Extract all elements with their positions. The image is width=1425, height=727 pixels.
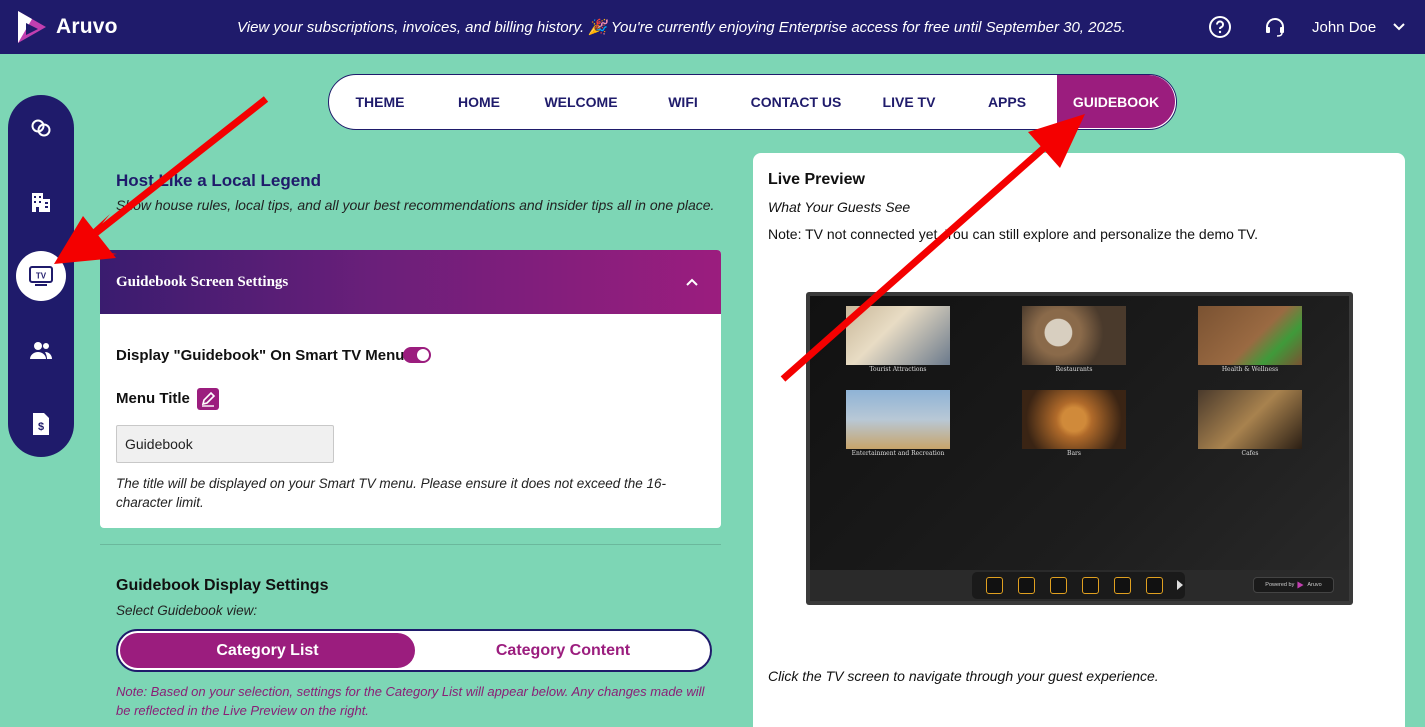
tile-tourist-attractions[interactable]: Tourist Attractions	[846, 306, 950, 373]
brand-logo[interactable]: Aruvo	[16, 9, 118, 45]
tile-image	[846, 306, 950, 365]
section-divider	[100, 544, 721, 545]
live-preview-title: Live Preview	[768, 171, 865, 188]
guidebook-view-selector: Category List Category Content	[116, 629, 712, 672]
tile-image	[1198, 390, 1302, 449]
tv-live-tv-icon[interactable]	[1146, 577, 1163, 594]
tile-caption: Restaurants	[1055, 366, 1093, 373]
sidebar-item-billing[interactable]: $	[16, 399, 66, 449]
aruvo-mini-logo-icon	[1297, 581, 1304, 589]
tile-restaurants[interactable]: Restaurants	[1022, 306, 1126, 373]
tv-screen[interactable]: Tourist Attractions Restaurants Health &…	[810, 296, 1349, 601]
users-icon	[30, 342, 52, 359]
pencil-icon	[201, 391, 216, 407]
tile-caption: Tourist Attractions	[869, 366, 927, 373]
chevron-up-icon[interactable]	[685, 275, 699, 289]
tile-caption: Health & Wellness	[1221, 366, 1279, 373]
category-content-option[interactable]: Category Content	[418, 633, 708, 668]
powered-by-badge: Powered by Aruvo	[1253, 577, 1334, 593]
display-settings-subtitle: Select Guidebook view:	[116, 603, 258, 618]
tv-nav-bar	[972, 572, 1185, 599]
tv-next-arrow-icon[interactable]	[1177, 580, 1183, 590]
brand-name: Aruvo	[56, 15, 118, 38]
menu-title-input[interactable]	[116, 425, 334, 463]
help-icon[interactable]	[1208, 15, 1232, 39]
live-preview-panel: Live Preview What Your Guests See Note: …	[753, 153, 1405, 727]
tv-preview[interactable]: Tourist Attractions Restaurants Health &…	[806, 292, 1353, 605]
tile-bars[interactable]: Bars	[1022, 390, 1126, 457]
tile-caption: Bars	[1067, 450, 1081, 457]
tile-caption: Cafes	[1241, 450, 1259, 457]
tab-home[interactable]: HOME	[431, 75, 527, 128]
tab-contact-us[interactable]: CONTACT US	[731, 75, 861, 128]
tile-image	[1022, 390, 1126, 449]
tile-cafes[interactable]: Cafes	[1198, 390, 1302, 457]
display-on-menu-label: Display "Guidebook" On Smart TV Menu	[116, 347, 405, 364]
announcement-text: View your subscriptions, invoices, and b…	[237, 19, 1126, 36]
menu-title-help: The title will be displayed on your Smar…	[116, 476, 667, 510]
live-preview-note: Note: TV not connected yet. You can stil…	[768, 226, 1259, 242]
sidebar-item-tv[interactable]: TV	[16, 251, 66, 301]
support-headset-icon[interactable]	[1263, 15, 1287, 39]
tab-apps[interactable]: APPS	[957, 75, 1057, 128]
chevron-down-icon[interactable]	[1392, 20, 1406, 34]
category-list-option[interactable]: Category List	[120, 633, 415, 668]
sidebar: TV $	[8, 95, 74, 457]
powered-by-text: Powered by	[1265, 582, 1295, 588]
edit-menu-title-button[interactable]	[197, 388, 219, 410]
svg-text:$: $	[38, 421, 44, 433]
page-title: Host Like a Local Legend	[116, 171, 321, 190]
tile-caption: Entertainment and Recreation	[851, 450, 945, 457]
screen-settings-panel: Guidebook Screen Settings Display "Guide…	[100, 250, 721, 528]
tile-entertainment[interactable]: Entertainment and Recreation	[846, 390, 950, 457]
tile-health-wellness[interactable]: Health & Wellness	[1198, 306, 1302, 373]
tab-welcome[interactable]: WELCOME	[527, 75, 635, 128]
tab-guidebook[interactable]: GUIDEBOOK	[1057, 75, 1175, 128]
display-on-menu-toggle[interactable]	[403, 347, 431, 363]
live-preview-subtitle: What Your Guests See	[768, 199, 911, 215]
aruvo-logo-icon	[18, 11, 46, 43]
tab-live-tv[interactable]: LIVE TV	[861, 75, 957, 128]
tile-image	[846, 390, 950, 449]
building-icon	[32, 193, 50, 212]
powered-by-brand: Aruvo	[1307, 582, 1322, 588]
live-preview-footer: Click the TV screen to navigate through …	[768, 668, 1159, 684]
sidebar-item-integrations[interactable]	[16, 103, 66, 153]
tv-welcome-icon[interactable]	[1018, 577, 1035, 594]
menu-title-label: Menu Title	[116, 390, 190, 407]
user-name[interactable]: John Doe	[1312, 19, 1376, 36]
sidebar-item-guests[interactable]	[16, 325, 66, 375]
screen-settings-title: Guidebook Screen Settings	[116, 273, 289, 290]
tab-wifi[interactable]: WIFI	[635, 75, 731, 128]
tile-image	[1022, 306, 1126, 365]
tv-icon-label: TV	[36, 272, 47, 281]
selection-note: Note: Based on your selection, settings …	[116, 684, 705, 718]
top-bar: Aruvo View your subscriptions, invoices,…	[0, 0, 1425, 54]
tv-icon: TV	[29, 266, 53, 286]
tab-theme[interactable]: THEME	[329, 75, 431, 128]
tv-home-icon[interactable]	[986, 577, 1003, 594]
screen-settings-header[interactable]: Guidebook Screen Settings	[100, 250, 721, 314]
settings-tabs: THEME HOME WELCOME WIFI CONTACT US LIVE …	[328, 74, 1177, 130]
invoice-icon: $	[33, 413, 49, 435]
tv-phone-icon[interactable]	[1082, 577, 1099, 594]
display-settings-title: Guidebook Display Settings	[116, 577, 329, 594]
link-icon	[31, 119, 51, 137]
tv-apps-icon[interactable]	[1114, 577, 1131, 594]
sidebar-item-properties[interactable]	[16, 177, 66, 227]
tv-wifi-icon[interactable]	[1050, 577, 1067, 594]
page-subtitle: Show house rules, local tips, and all yo…	[116, 197, 715, 213]
tile-image	[1198, 306, 1302, 365]
